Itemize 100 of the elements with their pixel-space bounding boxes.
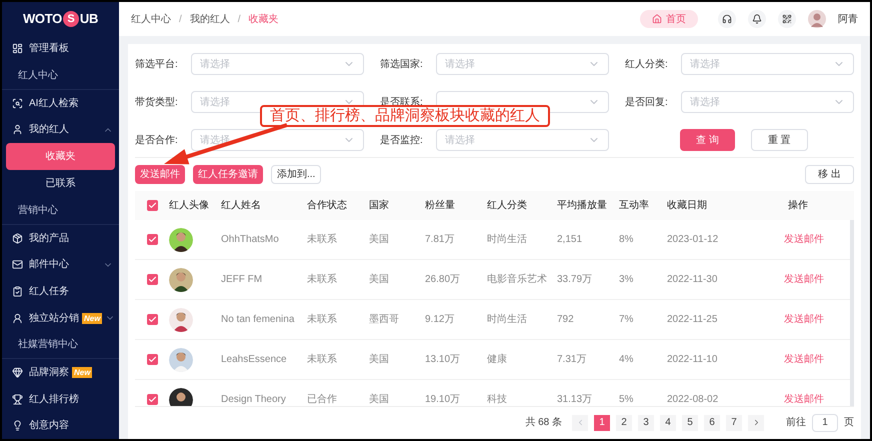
goto-label: 前往	[786, 416, 806, 430]
checkbox[interactable]	[147, 234, 158, 246]
bell-icon[interactable]	[748, 10, 766, 28]
table-cell-text: 26.80万	[425, 273, 460, 288]
new-badge: New	[72, 366, 92, 378]
action-button[interactable]: 添加到...	[271, 165, 322, 184]
send-email-link[interactable]: 发送邮件	[784, 352, 824, 368]
table-cell-text: 2022-08-02	[667, 393, 718, 406]
action-button[interactable]: 发送邮件	[135, 165, 185, 184]
sidebar-item[interactable]: 我的产品	[2, 224, 119, 252]
breadcrumb-item[interactable]: 我的红人	[190, 12, 230, 26]
box-icon	[12, 232, 23, 244]
table-cell-text: 2,151	[557, 233, 582, 248]
action-button[interactable]: 红人任务邀请	[193, 165, 263, 184]
page-button[interactable]: 2	[616, 414, 632, 431]
table-cell-text: No tan femenina	[221, 313, 294, 328]
sidebar-item[interactable]: AI红人检索	[2, 90, 119, 117]
new-badge: New	[82, 312, 102, 324]
sidebar-item[interactable]: 红人任务	[2, 278, 119, 305]
filter-label: 是否回复:	[625, 96, 669, 110]
page-button[interactable]: 4	[660, 414, 676, 431]
sidebar-item[interactable]: 创意内容	[2, 412, 119, 439]
send-email-link[interactable]: 发送邮件	[784, 392, 824, 406]
breadcrumb-item[interactable]: 红人中心	[131, 12, 171, 26]
checkbox[interactable]	[147, 394, 158, 406]
sidebar-section-title: 红人中心	[18, 68, 58, 84]
mail-icon	[12, 259, 23, 270]
sidebar-section-title: 社媒营销中心	[18, 338, 78, 352]
column-header: 红人头像	[169, 198, 209, 214]
page-button[interactable]: 7	[726, 414, 742, 431]
table-cell-text: 33.79万	[557, 273, 592, 288]
table-cell-text: 792	[557, 313, 574, 328]
table-cell-text: 未联系	[307, 312, 337, 328]
logo: WOTO S UB	[22, 10, 100, 29]
table-cell-text: 7.81万	[425, 233, 454, 248]
trophy-icon	[12, 394, 23, 405]
filter-label: 是否监控:	[380, 134, 424, 148]
table-cell-text: 健康	[487, 352, 507, 368]
column-header: 收藏日期	[667, 198, 707, 214]
checkbox[interactable]	[147, 314, 158, 326]
page-unit-label: 页	[844, 416, 854, 430]
column-header: 平均播放量	[557, 198, 607, 214]
page-button[interactable]: 3	[638, 414, 654, 431]
reset-button[interactable]: 重 置	[750, 129, 808, 151]
table-cell-text: 8%	[619, 233, 634, 248]
sidebar-subitem[interactable]: 收藏夹	[6, 143, 115, 170]
page-button[interactable]: 1	[594, 414, 610, 431]
avatar[interactable]	[808, 10, 826, 28]
sidebar-section-title: 营销中心	[18, 204, 58, 218]
table-cell-text: 31.13万	[557, 393, 592, 406]
lightbulb-icon	[12, 420, 23, 432]
table-cell-text: 2022-11-25	[667, 313, 718, 328]
table-cell-text: Design Theory	[221, 393, 286, 406]
sidebar-item[interactable]: 品牌洞察 New	[2, 359, 119, 386]
table-cell-text: 时尚生活	[487, 312, 527, 328]
send-email-link[interactable]: 发送邮件	[784, 272, 824, 288]
table-cell-text: 未联系	[307, 272, 337, 288]
total-count: 共 68 条	[525, 416, 562, 430]
checkbox[interactable]	[147, 354, 158, 366]
send-email-link[interactable]: 发送邮件	[784, 312, 824, 328]
sidebar-item[interactable]: 邮件中心	[2, 252, 119, 278]
column-header: 红人分类	[487, 198, 527, 214]
checkbox[interactable]	[147, 274, 158, 286]
column-header: 粉丝量	[425, 198, 455, 214]
qr-code-icon[interactable]	[778, 10, 796, 28]
table-cell-text: 19.10万	[425, 393, 460, 406]
page-input[interactable]: 1	[812, 414, 838, 432]
home-icon	[652, 14, 662, 24]
search-button[interactable]: 查 询	[680, 129, 735, 151]
table-cell-text: JEFF FM	[221, 273, 262, 288]
table-cell-text: 美国	[369, 272, 389, 288]
table-cell-text: 2023-01-12	[667, 233, 718, 248]
table-cell-text: 2022-11-30	[667, 273, 718, 288]
checkbox[interactable]	[147, 200, 158, 212]
table-cell-text: 5%	[619, 393, 634, 406]
user-name[interactable]: 阿青	[838, 12, 858, 26]
table-cell-text: 7.31万	[557, 353, 586, 368]
breadcrumb-separator: /	[179, 12, 182, 26]
filter-label: 带货类型:	[135, 96, 179, 110]
page-button[interactable]: 5	[682, 414, 698, 431]
sidebar-item[interactable]: 我的红人	[2, 116, 119, 144]
remove-button[interactable]: 移 出	[805, 165, 854, 184]
breadcrumb-item[interactable]: 收藏夹	[248, 12, 279, 26]
column-header: 合作状态	[307, 198, 347, 214]
table-cell-text: 已合作	[307, 393, 337, 406]
table-cell-text: 13.10万	[425, 353, 460, 368]
send-email-link[interactable]: 发送邮件	[784, 232, 824, 248]
sidebar-item[interactable]: 红人排行榜	[2, 386, 119, 412]
table-cell-text: 墨西哥	[369, 313, 399, 328]
table-cell-text: 9.12万	[425, 313, 454, 328]
sidebar-item[interactable]: 独立站分销 New	[2, 304, 119, 332]
table-cell-text: 美国	[369, 352, 389, 368]
headset-icon[interactable]	[718, 10, 736, 28]
table-cell-text: OhhThatsMo	[221, 233, 279, 248]
table-cell-text: 时尚生活	[487, 232, 527, 248]
sidebar-item[interactable]: 管理看板	[2, 36, 119, 62]
table-cell-text: 3%	[619, 273, 634, 288]
sidebar-subitem[interactable]: 已联系	[6, 170, 115, 198]
table-cell-text: 2022-11-10	[667, 353, 718, 368]
page-button[interactable]: 6	[704, 414, 720, 431]
